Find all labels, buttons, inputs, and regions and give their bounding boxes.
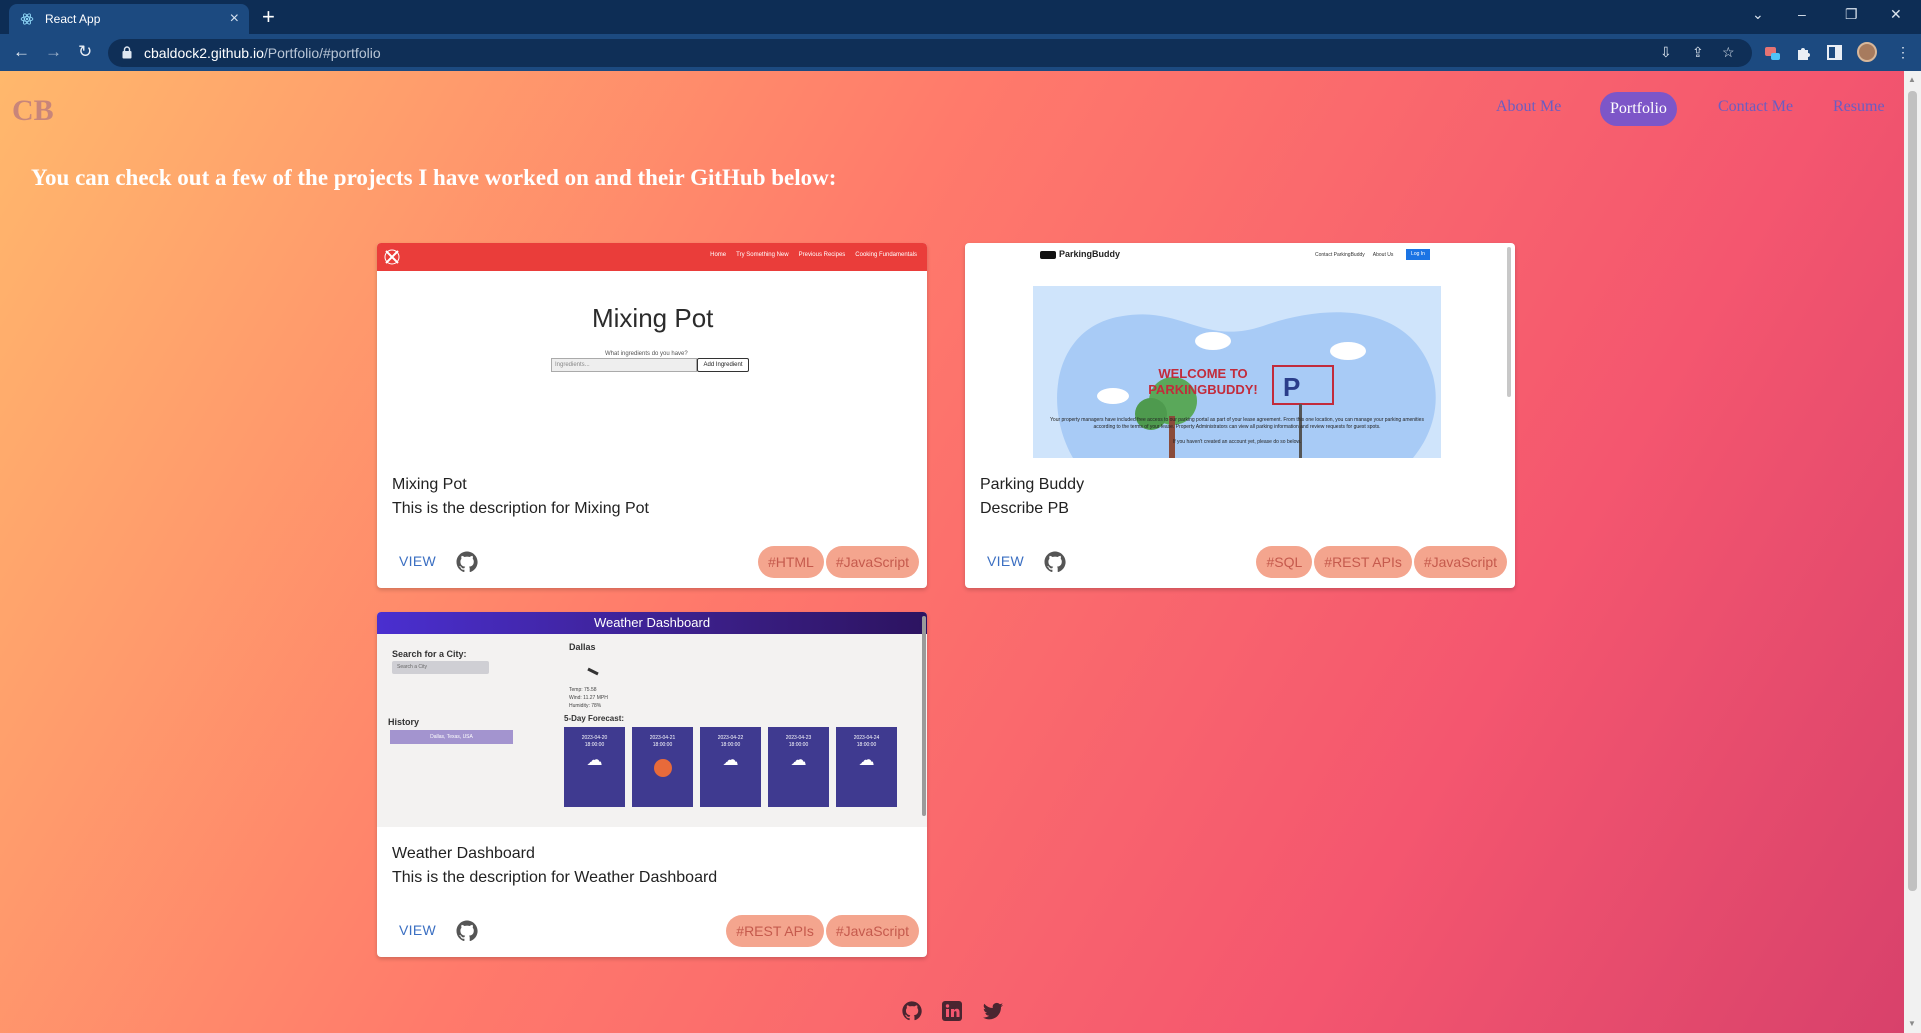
wd-preview-search: Search a City — [392, 661, 489, 674]
view-project-button[interactable]: VIEW — [399, 553, 436, 569]
project-preview-mixing-pot[interactable]: Home Try Something New Previous Recipes … — [377, 243, 927, 458]
project-preview-parking-buddy[interactable]: ParkingBuddy Contact ParkingBuddy About … — [965, 243, 1515, 458]
forecast-day: 2023-04-21 18:00:00 — [632, 727, 693, 807]
pb-preview-brand: ParkingBuddy — [1059, 249, 1121, 259]
svg-text:P: P — [1283, 372, 1300, 402]
forward-icon[interactable]: → — [45, 42, 62, 62]
page-viewport: CB About Me Portfolio Contact Me Resume … — [0, 71, 1904, 1033]
mp-preview-button: Add Ingredient — [697, 358, 749, 372]
close-tab-icon[interactable]: × — [230, 11, 239, 27]
wind-icon — [587, 667, 599, 676]
browser-tab-strip: React App × + ⌄ – ❐ ✕ — [0, 0, 1921, 34]
browser-tab[interactable]: React App × — [9, 4, 249, 34]
linkedin-icon[interactable] — [942, 1001, 964, 1023]
extension-badge-icon[interactable] — [1764, 44, 1781, 61]
project-tags: #REST APIs #JavaScript — [726, 915, 919, 947]
tag-chip[interactable]: #REST APIs — [726, 915, 824, 947]
project-card-weather-dashboard: Weather Dashboard Search for a City: Sea… — [377, 612, 927, 957]
wd-preview-body: Search for a City: Search a City History… — [377, 634, 927, 827]
view-project-button[interactable]: VIEW — [987, 553, 1024, 569]
new-tab-icon[interactable]: + — [262, 6, 275, 28]
project-tags: #HTML #JavaScript — [757, 546, 919, 578]
share-icon[interactable]: ⇪ — [1692, 44, 1704, 61]
preview-scrollbar — [922, 616, 926, 816]
wd-preview-info: Temp: 75.58 Wind: 11.27 MPH Humidity: 78… — [569, 687, 608, 709]
url-path: /Portfolio/#portfolio — [263, 45, 381, 61]
address-bar[interactable]: cbaldock2.github.io/Portfolio/#portfolio — [108, 39, 1752, 67]
wd-preview-header: Weather Dashboard — [377, 612, 927, 634]
pb-preview-body: Your property managers have included fre… — [1050, 417, 1424, 445]
tag-chip[interactable]: #JavaScript — [825, 915, 919, 947]
car-icon — [1040, 251, 1056, 259]
pb-preview-login: Log In — [1406, 249, 1430, 260]
back-icon[interactable]: ← — [13, 42, 30, 62]
forecast-day: 2023-04-22 18:00:00 ☁ — [700, 727, 761, 807]
forecast-day: 2023-04-20 18:00:00 ☁ — [564, 727, 625, 807]
project-title: Weather Dashboard — [392, 845, 535, 862]
url-host: cbaldock2.github.io — [144, 45, 264, 61]
pb-preview-welcome: WELCOME TO PARKINGBUDDY! — [1148, 366, 1258, 397]
github-icon[interactable] — [901, 1000, 923, 1022]
minimize-icon[interactable]: – — [1798, 6, 1806, 22]
project-card-mixing-pot: Home Try Something New Previous Recipes … — [377, 243, 927, 588]
extensions-puzzle-icon[interactable] — [1795, 44, 1812, 61]
scroll-up-icon[interactable]: ▲ — [1908, 75, 1916, 84]
tab-title: React App — [45, 12, 101, 26]
pb-preview-hero: P WELCOME TO PARKINGBUDDY! Your property… — [1033, 286, 1441, 458]
tag-chip[interactable]: #HTML — [757, 546, 824, 578]
side-panel-icon[interactable] — [1826, 44, 1843, 61]
tag-chip[interactable]: #REST APIs — [1314, 546, 1412, 578]
restore-icon[interactable]: ❐ — [1845, 6, 1858, 23]
tag-chip[interactable]: #JavaScript — [825, 546, 919, 578]
twitter-icon[interactable] — [982, 1002, 1004, 1024]
install-icon[interactable]: ⇩ — [1660, 44, 1672, 61]
menu-kebab-icon[interactable]: ⋮ — [1896, 44, 1910, 61]
project-title: Parking Buddy — [980, 476, 1085, 493]
mp-preview-prompt: What ingredients do you have? — [605, 351, 688, 357]
scroll-down-icon[interactable]: ▼ — [1908, 1019, 1916, 1028]
github-icon[interactable] — [455, 550, 479, 574]
nav-resume[interactable]: Resume — [1833, 98, 1885, 116]
project-card-parking-buddy: ParkingBuddy Contact ParkingBuddy About … — [965, 243, 1515, 588]
view-project-button[interactable]: VIEW — [399, 922, 436, 938]
project-description: This is the description for Mixing Pot — [392, 500, 649, 517]
nav-contact-me[interactable]: Contact Me — [1718, 98, 1793, 116]
reload-icon[interactable]: ↻ — [78, 42, 92, 62]
profile-avatar[interactable] — [1857, 42, 1877, 62]
utensils-icon — [384, 249, 400, 265]
react-icon — [19, 11, 35, 27]
github-icon[interactable] — [455, 919, 479, 943]
forecast-day: 2023-04-24 18:00:00 ☁ — [836, 727, 897, 807]
nav-portfolio[interactable]: Portfolio — [1600, 92, 1677, 126]
close-window-icon[interactable]: ✕ — [1890, 6, 1902, 23]
forecast-day: 2023-04-23 18:00:00 ☁ — [768, 727, 829, 807]
browser-toolbar: ← → ↻ cbaldock2.github.io/Portfolio/#por… — [0, 34, 1921, 71]
mp-preview-links: Home Try Something New Previous Recipes … — [710, 252, 917, 258]
project-preview-weather-dashboard[interactable]: Weather Dashboard Search for a City: Sea… — [377, 612, 927, 827]
mp-preview-brand: Mixing Pot — [592, 303, 714, 333]
project-description: Describe PB — [980, 500, 1069, 517]
wd-preview-history-item: Dallas, Texas, USA — [390, 730, 513, 744]
page-scrollbar[interactable]: ▲ ▼ — [1904, 71, 1921, 1033]
bookmark-star-icon[interactable]: ☆ — [1722, 44, 1735, 61]
tag-chip[interactable]: #SQL — [1256, 546, 1313, 578]
project-title: Mixing Pot — [392, 476, 467, 493]
mp-preview-navbar: Home Try Something New Previous Recipes … — [377, 243, 927, 271]
pb-preview-links: Contact ParkingBuddy About Us — [1315, 252, 1394, 258]
scrollbar-thumb[interactable] — [1908, 91, 1917, 891]
project-tags: #SQL #REST APIs #JavaScript — [1256, 546, 1507, 578]
project-description: This is the description for Weather Dash… — [392, 869, 718, 886]
lock-icon — [122, 46, 134, 60]
nav-about-me[interactable]: About Me — [1496, 98, 1561, 116]
mp-preview-input: Ingredients... — [551, 358, 697, 372]
site-logo[interactable]: CB — [12, 94, 54, 128]
tab-search-icon[interactable]: ⌄ — [1752, 6, 1764, 23]
preview-scrollbar — [1507, 247, 1511, 397]
github-icon[interactable] — [1043, 550, 1067, 574]
tag-chip[interactable]: #JavaScript — [1413, 546, 1507, 578]
page-intro: You can check out a few of the projects … — [31, 165, 837, 190]
